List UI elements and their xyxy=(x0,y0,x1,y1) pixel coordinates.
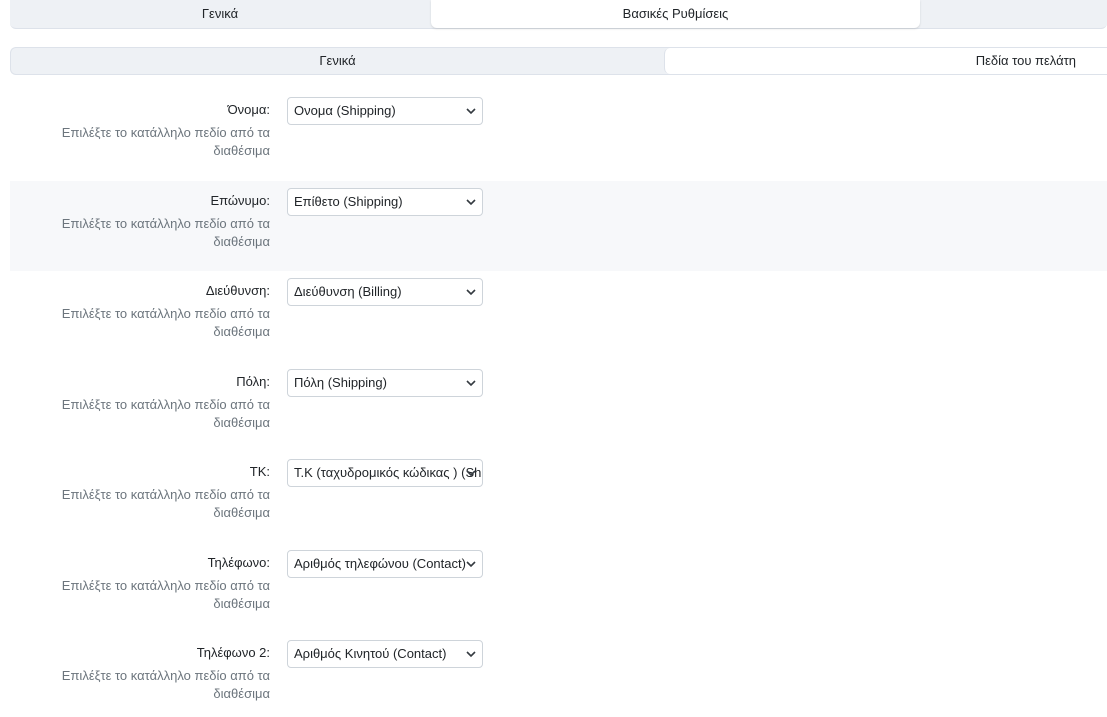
tab-general[interactable]: Γενικά xyxy=(10,0,430,28)
chevron-down-icon xyxy=(466,551,476,577)
select-value: Αριθμός Κινητού (Contact) xyxy=(294,646,447,661)
page: Γενικά Βασικές Ρυθμίσεις Γενικά Πεδία το… xyxy=(0,0,1107,717)
field-row-first-name: Όνομα: Επιλέξτε το κατάλληλο πεδίο από τ… xyxy=(10,90,1107,181)
field-row-address: Διεύθυνση: Επιλέξτε το κατάλληλο πεδίο α… xyxy=(10,271,1107,362)
field-label: Όνομα: xyxy=(227,102,270,117)
first-name-select[interactable]: Ονομα (Shipping) xyxy=(287,97,483,125)
select-value: Διεύθυνση (Billing) xyxy=(294,284,402,299)
main-tab-bar: Γενικά Βασικές Ρυθμίσεις xyxy=(10,0,1107,29)
phone-2-select[interactable]: Αριθμός Κινητού (Contact) xyxy=(287,640,483,668)
subtab-general[interactable]: Γενικά xyxy=(11,48,664,74)
field-label: ΤΚ: xyxy=(249,464,270,479)
field-row-city: Πόλη: Επιλέξτε το κατάλληλο πεδίο από τα… xyxy=(10,362,1107,453)
select-value: Ονομα (Shipping) xyxy=(294,103,396,118)
select-value: Αριθμός τηλεφώνου (Contact) xyxy=(294,555,466,571)
select-value: Τ.Κ (ταχυδρομικός κώδικας ) (Shipping) xyxy=(294,465,482,480)
select-value: Πόλη (Shipping) xyxy=(294,374,387,390)
chevron-down-icon xyxy=(466,370,476,396)
field-row-phone-2: Τηλέφωνο 2: Επιλέξτε το κατάλληλο πεδίο … xyxy=(10,633,1107,717)
field-help-text: Επιλέξτε το κατάλληλο πεδίο από τα διαθέ… xyxy=(61,396,270,430)
address-select[interactable]: Διεύθυνση (Billing) xyxy=(287,278,483,306)
customer-fields-form: Όνομα: Επιλέξτε το κατάλληλο πεδίο από τ… xyxy=(10,90,1107,717)
field-row-last-name: Επώνυμο: Επιλέξτε το κατάλληλο πεδίο από… xyxy=(10,180,1107,271)
field-help-text: Επιλέξτε το κατάλληλο πεδίο από τα διαθέ… xyxy=(61,215,270,249)
field-help-text: Επιλέξτε το κατάλληλο πεδίο από τα διαθέ… xyxy=(61,668,270,701)
phone-select[interactable]: Αριθμός τηλεφώνου (Contact) xyxy=(287,549,483,578)
field-label: Τηλέφωνο 2: xyxy=(196,645,270,660)
chevron-down-icon xyxy=(466,189,476,215)
chevron-down-icon xyxy=(466,460,476,486)
field-label: Επώνυμο: xyxy=(210,192,270,208)
field-help-text: Επιλέξτε το κατάλληλο πεδίο από τα διαθέ… xyxy=(61,487,270,520)
tab-basic-settings[interactable]: Βασικές Ρυθμίσεις xyxy=(431,0,920,28)
field-help-text: Επιλέξτε το κατάλληλο πεδίο από τα διαθέ… xyxy=(61,577,270,611)
field-row-phone: Τηλέφωνο: Επιλέξτε το κατάλληλο πεδίο απ… xyxy=(10,543,1107,634)
sub-tab-bar: Γενικά Πεδία του πελάτη xyxy=(10,47,1107,75)
select-value: Επίθετο (Shipping) xyxy=(294,193,403,209)
field-help-text: Επιλέξτε το κατάλληλο πεδίο από τα διαθέ… xyxy=(61,125,270,158)
field-label: Διεύθυνση: xyxy=(205,283,270,298)
field-label: Τηλέφωνο: xyxy=(207,554,270,570)
chevron-down-icon xyxy=(466,279,476,305)
city-select[interactable]: Πόλη (Shipping) xyxy=(287,368,483,397)
field-label: Πόλη: xyxy=(236,373,270,389)
subtab-customer-fields[interactable]: Πεδία του πελάτη xyxy=(664,48,1107,74)
field-help-text: Επιλέξτε το κατάλληλο πεδίο από τα διαθέ… xyxy=(61,306,270,339)
last-name-select[interactable]: Επίθετο (Shipping) xyxy=(287,187,483,216)
chevron-down-icon xyxy=(466,98,476,124)
chevron-down-icon xyxy=(466,641,476,667)
postal-code-select[interactable]: Τ.Κ (ταχυδρομικός κώδικας ) (Shipping) xyxy=(287,459,483,487)
field-row-postal-code: ΤΚ: Επιλέξτε το κατάλληλο πεδίο από τα δ… xyxy=(10,452,1107,543)
